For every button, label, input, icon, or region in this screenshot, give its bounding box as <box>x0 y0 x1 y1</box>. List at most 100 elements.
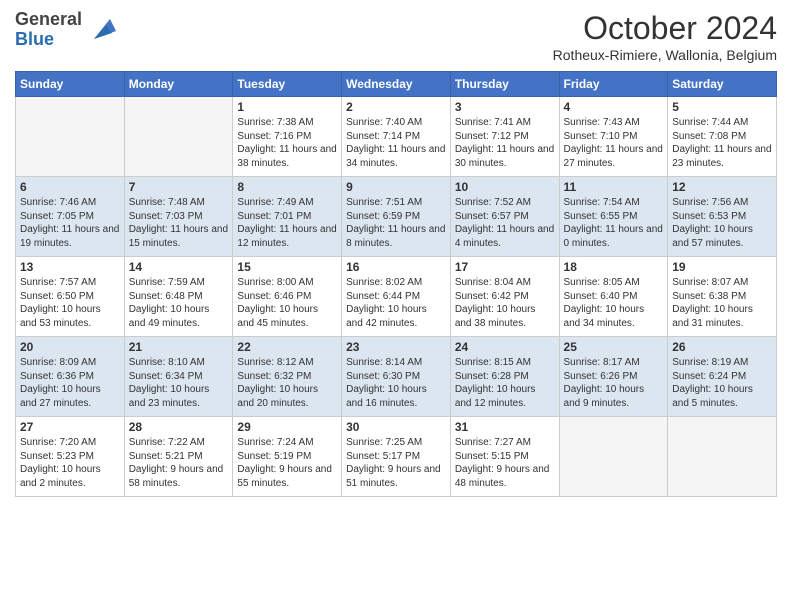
day-number: 23 <box>346 340 446 354</box>
day-header-wednesday: Wednesday <box>342 72 451 97</box>
calendar-header: SundayMondayTuesdayWednesdayThursdayFrid… <box>16 72 777 97</box>
day-number: 11 <box>564 180 664 194</box>
day-cell: 2 Sunrise: 7:40 AMSunset: 7:14 PMDaylight… <box>342 97 451 177</box>
day-cell: 6 Sunrise: 7:46 AMSunset: 7:05 PMDaylight… <box>16 177 125 257</box>
day-number: 14 <box>129 260 229 274</box>
day-cell: 30 Sunrise: 7:25 AMSunset: 5:17 PMDayligh… <box>342 417 451 497</box>
day-cell: 29 Sunrise: 7:24 AMSunset: 5:19 PMDayligh… <box>233 417 342 497</box>
day-info: Sunrise: 7:44 AMSunset: 7:08 PMDaylight:… <box>672 116 772 170</box>
day-cell: 18 Sunrise: 8:05 AMSunset: 6:40 PMDayligh… <box>559 257 668 337</box>
logo-blue: Blue <box>15 29 54 49</box>
day-cell: 22Sunrise: 8:12 AMSunset: 6:32 PMDayligh… <box>233 337 342 417</box>
day-info: Sunrise: 7:38 AMSunset: 7:16 PMDaylight:… <box>237 116 337 170</box>
day-cell: 31 Sunrise: 7:27 AMSunset: 5:15 PMDayligh… <box>450 417 559 497</box>
day-info: Sunrise: 7:54 AMSunset: 6:55 PMDaylight:… <box>564 196 664 250</box>
day-number: 24 <box>455 340 555 354</box>
day-number: 10 <box>455 180 555 194</box>
day-number: 15 <box>237 260 337 274</box>
day-header-saturday: Saturday <box>668 72 777 97</box>
day-cell: 14 Sunrise: 7:59 AMSunset: 6:48 PMDayligh… <box>124 257 233 337</box>
week-row-3: 13 Sunrise: 7:57 AMSunset: 6:50 PMDayligh… <box>16 257 777 337</box>
day-info: Sunrise: 7:22 AMSunset: 5:21 PMDaylight:… <box>129 436 229 490</box>
week-row-5: 27Sunrise: 7:20 AMSunset: 5:23 PMDayligh… <box>16 417 777 497</box>
week-row-4: 20Sunrise: 8:09 AMSunset: 6:36 PMDayligh… <box>16 337 777 417</box>
header: General Blue October 2024 Rotheux-Rimier… <box>15 10 777 63</box>
day-number: 5 <box>672 100 772 114</box>
day-cell: 19Sunrise: 8:07 AMSunset: 6:38 PMDayligh… <box>668 257 777 337</box>
day-cell: 1Sunrise: 7:38 AMSunset: 7:16 PMDaylight… <box>233 97 342 177</box>
day-info: Sunrise: 8:14 AMSunset: 6:30 PMDaylight:… <box>346 356 446 410</box>
day-info: Sunrise: 7:46 AMSunset: 7:05 PMDaylight:… <box>20 196 120 250</box>
day-cell: 4Sunrise: 7:43 AMSunset: 7:10 PMDaylight… <box>559 97 668 177</box>
day-cell: 21 Sunrise: 8:10 AMSunset: 6:34 PMDayligh… <box>124 337 233 417</box>
day-number: 20 <box>20 340 120 354</box>
day-info: Sunrise: 8:05 AMSunset: 6:40 PMDaylight:… <box>564 276 664 330</box>
day-cell: 7 Sunrise: 7:48 AMSunset: 7:03 PMDaylight… <box>124 177 233 257</box>
day-info: Sunrise: 8:17 AMSunset: 6:26 PMDaylight:… <box>564 356 664 410</box>
day-info: Sunrise: 7:40 AMSunset: 7:14 PMDaylight:… <box>346 116 446 170</box>
day-number: 16 <box>346 260 446 274</box>
day-number: 7 <box>129 180 229 194</box>
day-number: 4 <box>564 100 664 114</box>
day-number: 29 <box>237 420 337 434</box>
day-info: Sunrise: 8:10 AMSunset: 6:34 PMDaylight:… <box>129 356 229 410</box>
day-cell: 8 Sunrise: 7:49 AMSunset: 7:01 PMDaylight… <box>233 177 342 257</box>
day-cell: 28 Sunrise: 7:22 AMSunset: 5:21 PMDayligh… <box>124 417 233 497</box>
day-cell: 9Sunrise: 7:51 AMSunset: 6:59 PMDaylight… <box>342 177 451 257</box>
day-cell: 5 Sunrise: 7:44 AMSunset: 7:08 PMDaylight… <box>668 97 777 177</box>
day-cell <box>16 97 125 177</box>
page: General Blue October 2024 Rotheux-Rimier… <box>0 0 792 612</box>
day-cell: 25Sunrise: 8:17 AMSunset: 6:26 PMDayligh… <box>559 337 668 417</box>
day-number: 2 <box>346 100 446 114</box>
day-cell <box>124 97 233 177</box>
day-info: Sunrise: 7:59 AMSunset: 6:48 PMDaylight:… <box>129 276 229 330</box>
day-cell: 13 Sunrise: 7:57 AMSunset: 6:50 PMDayligh… <box>16 257 125 337</box>
week-row-2: 6 Sunrise: 7:46 AMSunset: 7:05 PMDaylight… <box>16 177 777 257</box>
day-info: Sunrise: 8:02 AMSunset: 6:44 PMDaylight:… <box>346 276 446 330</box>
day-info: Sunrise: 8:19 AMSunset: 6:24 PMDaylight:… <box>672 356 772 410</box>
day-number: 17 <box>455 260 555 274</box>
day-number: 3 <box>455 100 555 114</box>
day-info: Sunrise: 7:25 AMSunset: 5:17 PMDaylight:… <box>346 436 446 490</box>
title-block: October 2024 Rotheux-Rimiere, Wallonia, … <box>553 10 777 63</box>
day-number: 30 <box>346 420 446 434</box>
day-cell: 15 Sunrise: 8:00 AMSunset: 6:46 PMDayligh… <box>233 257 342 337</box>
day-number: 12 <box>672 180 772 194</box>
day-number: 28 <box>129 420 229 434</box>
day-info: Sunrise: 8:04 AMSunset: 6:42 PMDaylight:… <box>455 276 555 330</box>
day-number: 31 <box>455 420 555 434</box>
day-info: Sunrise: 7:51 AMSunset: 6:59 PMDaylight:… <box>346 196 446 250</box>
day-number: 21 <box>129 340 229 354</box>
day-info: Sunrise: 7:27 AMSunset: 5:15 PMDaylight:… <box>455 436 555 490</box>
day-header-sunday: Sunday <box>16 72 125 97</box>
logo-icon <box>86 11 118 43</box>
logo: General Blue <box>15 10 118 50</box>
day-info: Sunrise: 7:48 AMSunset: 7:03 PMDaylight:… <box>129 196 229 250</box>
day-info: Sunrise: 8:15 AMSunset: 6:28 PMDaylight:… <box>455 356 555 410</box>
day-cell: 23 Sunrise: 8:14 AMSunset: 6:30 PMDayligh… <box>342 337 451 417</box>
day-header-friday: Friday <box>559 72 668 97</box>
day-info: Sunrise: 7:57 AMSunset: 6:50 PMDaylight:… <box>20 276 120 330</box>
day-info: Sunrise: 8:00 AMSunset: 6:46 PMDaylight:… <box>237 276 337 330</box>
day-cell: 24 Sunrise: 8:15 AMSunset: 6:28 PMDayligh… <box>450 337 559 417</box>
day-info: Sunrise: 7:49 AMSunset: 7:01 PMDaylight:… <box>237 196 337 250</box>
day-info: Sunrise: 7:41 AMSunset: 7:12 PMDaylight:… <box>455 116 555 170</box>
day-cell: 16 Sunrise: 8:02 AMSunset: 6:44 PMDayligh… <box>342 257 451 337</box>
day-cell: 27Sunrise: 7:20 AMSunset: 5:23 PMDayligh… <box>16 417 125 497</box>
week-row-1: 1Sunrise: 7:38 AMSunset: 7:16 PMDaylight… <box>16 97 777 177</box>
day-number: 13 <box>20 260 120 274</box>
day-cell <box>668 417 777 497</box>
day-number: 26 <box>672 340 772 354</box>
day-cell: 17 Sunrise: 8:04 AMSunset: 6:42 PMDayligh… <box>450 257 559 337</box>
day-cell: 12 Sunrise: 7:56 AMSunset: 6:53 PMDayligh… <box>668 177 777 257</box>
day-number: 6 <box>20 180 120 194</box>
day-info: Sunrise: 7:24 AMSunset: 5:19 PMDaylight:… <box>237 436 337 490</box>
day-cell: 3 Sunrise: 7:41 AMSunset: 7:12 PMDaylight… <box>450 97 559 177</box>
day-cell: 20Sunrise: 8:09 AMSunset: 6:36 PMDayligh… <box>16 337 125 417</box>
day-number: 18 <box>564 260 664 274</box>
day-cell: 26 Sunrise: 8:19 AMSunset: 6:24 PMDayligh… <box>668 337 777 417</box>
day-number: 8 <box>237 180 337 194</box>
day-info: Sunrise: 7:56 AMSunset: 6:53 PMDaylight:… <box>672 196 772 250</box>
day-number: 22 <box>237 340 337 354</box>
day-info: Sunrise: 7:20 AMSunset: 5:23 PMDaylight:… <box>20 436 120 490</box>
